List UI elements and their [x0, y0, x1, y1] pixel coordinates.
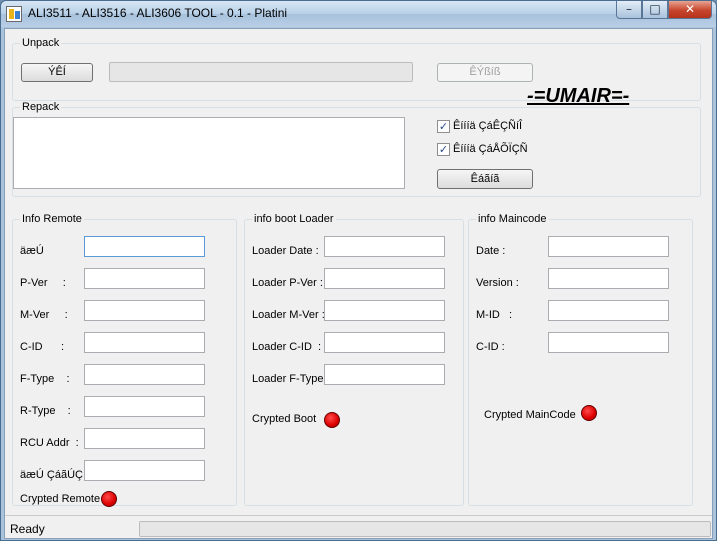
- remote-field-label: äæÚ: [20, 245, 44, 257]
- main-cid-input[interactable]: [548, 332, 669, 353]
- minimize-button[interactable]: –: [616, 1, 642, 19]
- info-main-group: info Maincode: [468, 213, 693, 506]
- main-mid-input[interactable]: [548, 300, 669, 321]
- boot-field-label: Loader F-Type:: [252, 373, 327, 385]
- remote-cid-input[interactable]: [84, 332, 205, 353]
- remote-field-label: C-ID :: [20, 341, 64, 353]
- checkbox-2-label: Êíííä ÇáÅÕÏÇÑ: [453, 143, 528, 155]
- app-icon[interactable]: [6, 6, 22, 22]
- boot-field-label: Loader M-Ver :: [252, 309, 325, 321]
- info-boot-group: info boot Loader: [244, 213, 464, 506]
- boot-field-label: Loader Date :: [252, 245, 319, 257]
- main-version-input[interactable]: [548, 268, 669, 289]
- checkbox-1-label: Êíííä ÇáÊÇÑíÎ: [453, 120, 523, 132]
- boot-field-label: Loader P-Ver :: [252, 277, 323, 289]
- unpack-secondary-button[interactable]: ÊÝßíß: [437, 63, 533, 82]
- info-remote-legend: Info Remote: [20, 213, 84, 225]
- unpack-legend: Unpack: [20, 37, 62, 49]
- boot-cid-input[interactable]: [324, 332, 445, 353]
- remote-field-label: RCU Addr :: [20, 437, 79, 449]
- info-boot-legend: info boot Loader: [252, 213, 336, 225]
- remote-field-label: R-Type :: [20, 405, 71, 417]
- status-text: Ready: [10, 522, 45, 536]
- remote-code-type-input[interactable]: [84, 460, 205, 481]
- remote-field-label: P-Ver :: [20, 277, 66, 289]
- client-area: Unpack ÝÊÍ ÊÝßíß -=UMAIR=- Repack ✓ Êííí…: [4, 28, 713, 539]
- status-progress-bar: [139, 521, 711, 537]
- brand-label: -=UMAIR=-: [527, 85, 630, 107]
- remote-mver-input[interactable]: [84, 300, 205, 321]
- main-window: ALI3511 - ALI3516 - ALI3606 TOOL - 0.1 -…: [0, 0, 717, 541]
- main-field-label: Date :: [476, 245, 506, 257]
- close-button[interactable]: ✕: [668, 1, 712, 19]
- main-field-label: C-ID :: [476, 341, 505, 353]
- check-icon: ✓: [438, 120, 449, 133]
- statusbar-divider: [5, 515, 712, 516]
- boot-mver-input[interactable]: [324, 300, 445, 321]
- info-main-legend: info Maincode: [476, 213, 549, 225]
- window-title: ALI3511 - ALI3516 - ALI3606 TOOL - 0.1 -…: [28, 6, 288, 20]
- main-field-label: M-ID :: [476, 309, 513, 321]
- remote-field-label: F-Type :: [20, 373, 70, 385]
- maximize-button[interactable]: □: [642, 1, 668, 19]
- remote-ftype-input[interactable]: [84, 364, 205, 385]
- check-icon: ✓: [438, 143, 449, 156]
- crypted-remote-indicator: [101, 491, 117, 507]
- crypted-boot-label: Crypted Boot: [252, 413, 317, 425]
- crypted-main-label: Crypted MainCode: [484, 409, 576, 421]
- boot-date-input[interactable]: [324, 236, 445, 257]
- remote-rtype-input[interactable]: [84, 396, 205, 417]
- remote-rcu-addr-input[interactable]: [84, 428, 205, 449]
- crypted-remote-label: Crypted Remote: [20, 493, 101, 505]
- repack-button[interactable]: Êáãíã: [437, 169, 533, 189]
- checkbox-1[interactable]: ✓: [437, 120, 450, 133]
- main-date-input[interactable]: [548, 236, 669, 257]
- remote-pver-input[interactable]: [84, 268, 205, 289]
- close-icon: ✕: [684, 2, 696, 16]
- unpack-button[interactable]: ÝÊÍ: [21, 63, 93, 82]
- title-bar[interactable]: ALI3511 - ALI3516 - ALI3606 TOOL - 0.1 -…: [1, 1, 716, 27]
- boot-ftype-input[interactable]: [324, 364, 445, 385]
- remote-type-input[interactable]: [84, 236, 205, 257]
- crypted-main-indicator: [581, 405, 597, 421]
- boot-field-label: Loader C-ID :: [252, 341, 322, 353]
- repack-memo[interactable]: [13, 117, 405, 189]
- remote-field-label: M-Ver :: [20, 309, 68, 321]
- repack-legend: Repack: [20, 101, 62, 113]
- remote-field-label: äæÚ ÇáãÚÇ: [20, 469, 83, 481]
- maximize-icon: □: [649, 2, 661, 16]
- unpack-progress-bar: [109, 62, 413, 82]
- crypted-boot-indicator: [324, 412, 340, 428]
- main-field-label: Version :: [476, 277, 519, 289]
- checkbox-2[interactable]: ✓: [437, 143, 450, 156]
- boot-pver-input[interactable]: [324, 268, 445, 289]
- minimize-icon: –: [626, 2, 632, 16]
